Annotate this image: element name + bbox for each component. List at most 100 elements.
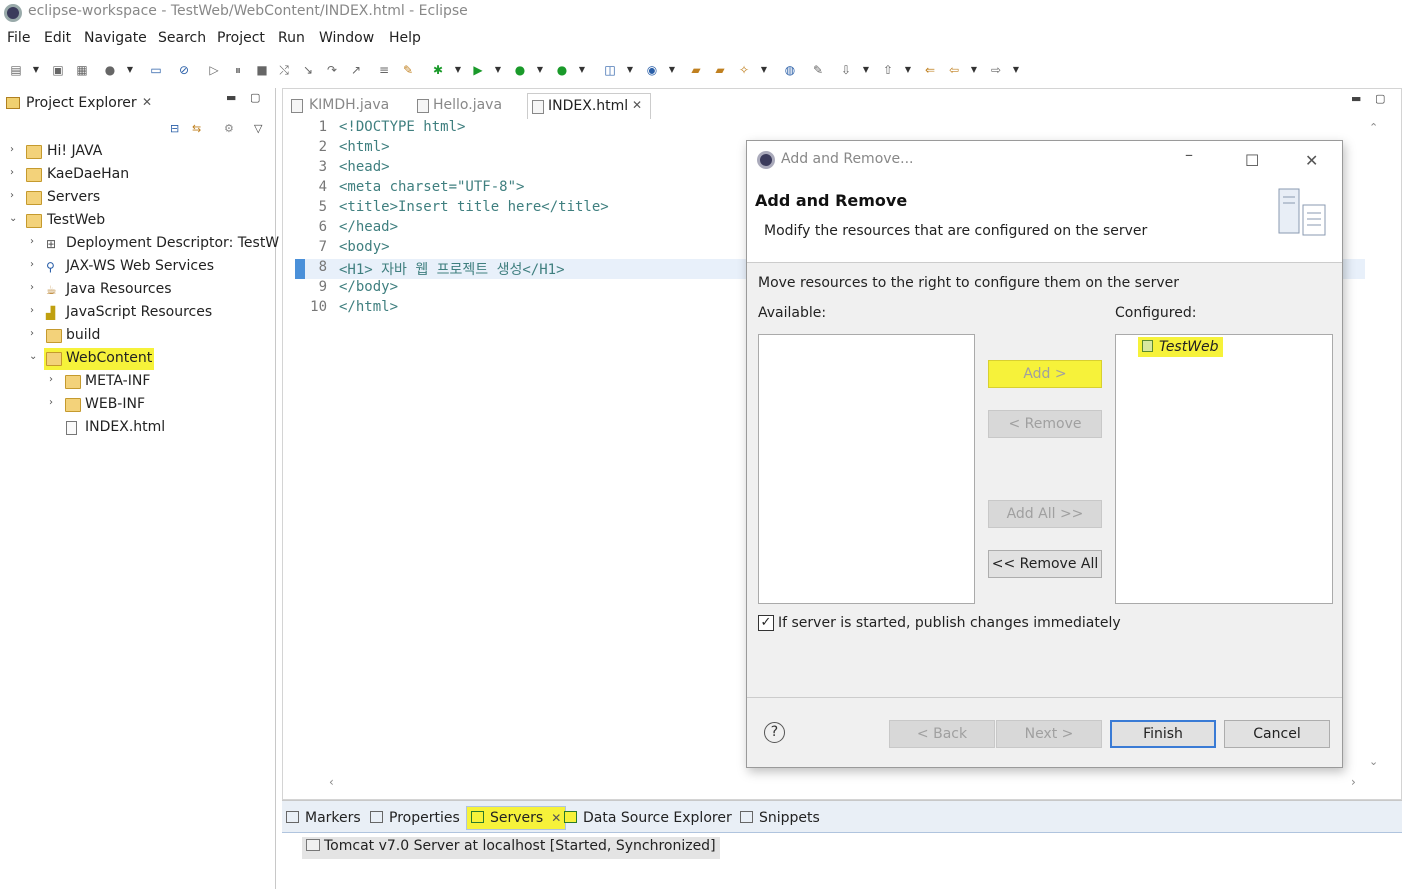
next-annotation-icon[interactable]: ⇩ xyxy=(838,62,854,78)
terminate-icon[interactable]: ■ xyxy=(254,62,270,78)
chevron-down-icon[interactable]: ▼ xyxy=(904,62,912,78)
chevron-down-icon[interactable]: ▼ xyxy=(494,62,502,78)
maximize-icon[interactable]: ▢ xyxy=(1375,92,1385,105)
suspend-icon[interactable]: ⏸ xyxy=(230,62,246,78)
chevron-down-icon[interactable]: ▼ xyxy=(626,62,634,78)
back-icon[interactable]: ⇦ xyxy=(946,62,962,78)
chevron-down-icon[interactable]: ▼ xyxy=(454,62,462,78)
chevron-down-icon[interactable]: ▼ xyxy=(1012,62,1020,78)
back-button[interactable]: < Back xyxy=(889,720,995,748)
filters-icon[interactable]: ⚙ xyxy=(224,122,234,135)
tab-snippets[interactable]: Snippets xyxy=(740,810,820,826)
run-icon[interactable]: ▶ xyxy=(470,62,486,78)
chevron-right-icon[interactable]: › xyxy=(30,259,40,270)
tab-kimdh-java[interactable]: KIMDH.java xyxy=(287,93,407,119)
search-icon[interactable]: ✧ xyxy=(736,62,752,78)
save-icon[interactable]: ▣ xyxy=(50,62,66,78)
close-icon[interactable]: ✕ xyxy=(632,98,642,112)
tab-data-source-explorer[interactable]: Data Source Explorer xyxy=(564,810,732,826)
chevron-right-icon[interactable]: › xyxy=(49,397,59,408)
menu-edit[interactable]: Edit xyxy=(44,30,71,46)
publish-checkbox[interactable]: ✓ xyxy=(758,615,774,631)
external-tools-icon[interactable]: ● xyxy=(554,62,570,78)
menu-project[interactable]: Project xyxy=(217,30,265,46)
scroll-left-icon[interactable]: ‹ xyxy=(329,775,334,789)
minimize-icon[interactable]: ▬ xyxy=(226,91,236,104)
open-task-icon[interactable]: ▰ xyxy=(712,62,728,78)
minimize-icon[interactable]: – xyxy=(1185,145,1193,164)
close-icon[interactable]: ✕ xyxy=(142,95,152,109)
forward-icon[interactable]: ⇨ xyxy=(988,62,1004,78)
chevron-down-icon[interactable]: ⌄ xyxy=(29,351,37,362)
step-into-icon[interactable]: ↘ xyxy=(300,62,316,78)
step-over-icon[interactable]: ↷ xyxy=(324,62,340,78)
open-type-icon[interactable]: ▰ xyxy=(688,62,704,78)
tree-item-webcontent[interactable]: WebContent xyxy=(44,348,154,370)
tasks-icon[interactable]: ✎ xyxy=(400,62,416,78)
disconnect-icon[interactable]: ⤭ xyxy=(276,62,292,78)
remove-all-button[interactable]: << Remove All xyxy=(988,550,1102,578)
close-icon[interactable]: ✕ xyxy=(551,811,561,825)
close-icon[interactable]: ✕ xyxy=(1305,151,1318,170)
step-return-icon[interactable]: ↗ xyxy=(348,62,364,78)
finish-button[interactable]: Finish xyxy=(1110,720,1216,748)
add-button[interactable]: Add > xyxy=(988,360,1102,388)
remove-button[interactable]: < Remove xyxy=(988,410,1102,438)
chevron-right-icon[interactable]: › xyxy=(10,167,20,178)
save-all-icon[interactable]: ▦ xyxy=(74,62,90,78)
link-with-editor-icon[interactable]: ⇆ xyxy=(192,122,201,135)
view-menu-icon[interactable]: ▽ xyxy=(254,122,262,135)
chevron-right-icon[interactable]: › xyxy=(10,144,20,155)
menu-run[interactable]: Run xyxy=(278,30,305,46)
help-icon[interactable]: ? xyxy=(764,722,785,743)
chevron-right-icon[interactable]: › xyxy=(30,236,40,247)
chevron-right-icon[interactable]: › xyxy=(30,328,40,339)
debug-icon[interactable]: ✱ xyxy=(430,62,446,78)
menu-window[interactable]: Window xyxy=(319,30,374,46)
tab-markers[interactable]: Markers xyxy=(286,810,361,826)
maximize-icon[interactable]: ▢ xyxy=(250,91,260,104)
chevron-right-icon[interactable]: › xyxy=(30,305,40,316)
menu-navigate[interactable]: Navigate xyxy=(84,30,147,46)
skip-breakpoints-icon[interactable]: ⊘ xyxy=(176,62,192,78)
console-icon[interactable]: ▭ xyxy=(148,62,164,78)
available-list[interactable] xyxy=(758,334,975,604)
chevron-down-icon[interactable]: ▼ xyxy=(760,62,768,78)
chevron-right-icon[interactable]: › xyxy=(10,190,20,201)
chevron-down-icon[interactable]: ▼ xyxy=(126,62,134,78)
use-step-filters-icon[interactable]: ≡ xyxy=(376,62,392,78)
chevron-down-icon[interactable]: ▼ xyxy=(668,62,676,78)
tab-hello-java[interactable]: Hello.java xyxy=(413,93,523,119)
new-icon[interactable]: ▤ xyxy=(8,62,24,78)
chevron-down-icon[interactable]: ▼ xyxy=(970,62,978,78)
tab-servers[interactable]: Servers ✕ xyxy=(466,806,567,830)
collapse-all-icon[interactable]: ⊟ xyxy=(170,122,179,135)
chevron-down-icon[interactable]: ⌄ xyxy=(9,213,19,224)
annotation-icon[interactable]: ✎ xyxy=(810,62,826,78)
chevron-down-icon[interactable]: ▼ xyxy=(32,62,40,78)
globe-icon[interactable]: ◍ xyxy=(782,62,798,78)
previous-annotation-icon[interactable]: ⇧ xyxy=(880,62,896,78)
new-server-icon[interactable]: ◫ xyxy=(602,62,618,78)
last-edit-icon[interactable]: ⇐ xyxy=(922,62,938,78)
menu-file[interactable]: File xyxy=(7,30,30,46)
scroll-right-icon[interactable]: › xyxy=(1351,775,1356,789)
chevron-right-icon[interactable]: › xyxy=(49,374,59,385)
menu-help[interactable]: Help xyxy=(389,30,421,46)
tab-properties[interactable]: Properties xyxy=(370,810,460,826)
add-all-button[interactable]: Add All >> xyxy=(988,500,1102,528)
chevron-right-icon[interactable]: › xyxy=(30,282,40,293)
minimize-icon[interactable]: ▬ xyxy=(1351,92,1361,105)
coverage-icon[interactable]: ● xyxy=(512,62,528,78)
configured-list[interactable]: TestWeb xyxy=(1115,334,1333,604)
resume-icon[interactable]: ▷ xyxy=(206,62,222,78)
chevron-down-icon[interactable]: ▼ xyxy=(536,62,544,78)
configured-item-testweb[interactable]: TestWeb xyxy=(1138,337,1223,357)
chevron-down-icon[interactable]: ▼ xyxy=(578,62,586,78)
tab-index-html[interactable]: INDEX.html ✕ xyxy=(527,93,651,119)
next-button[interactable]: Next > xyxy=(996,720,1102,748)
profile-icon[interactable]: ● xyxy=(102,62,118,78)
scroll-up-icon[interactable]: ⌃ xyxy=(1369,121,1378,134)
chevron-down-icon[interactable]: ▼ xyxy=(862,62,870,78)
menu-search[interactable]: Search xyxy=(158,30,206,46)
